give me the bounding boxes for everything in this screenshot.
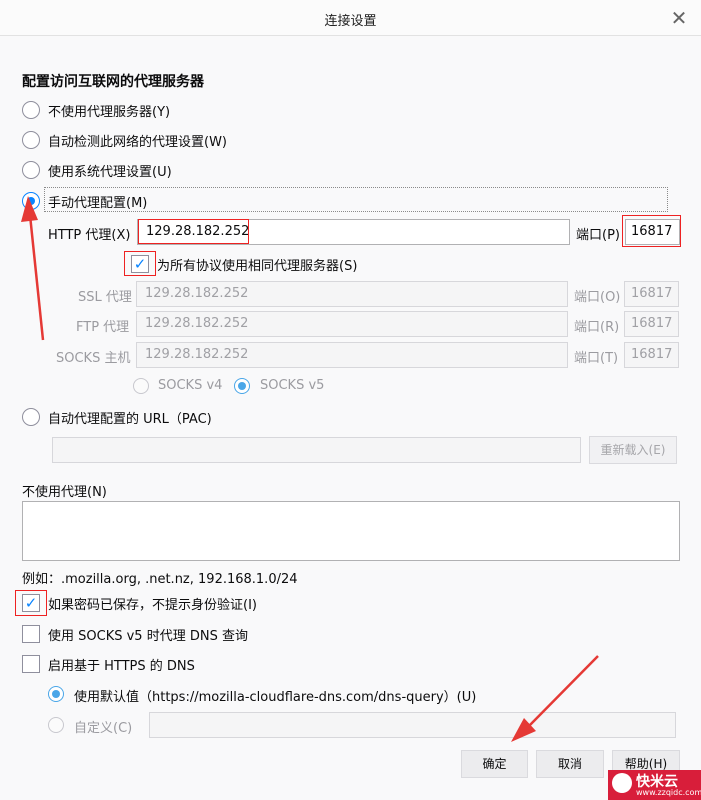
watermark-icon	[612, 773, 632, 793]
arrow-to-ok-button	[511, 655, 599, 742]
watermark-url: www.zzqidc.com	[636, 788, 701, 797]
annotation-arrows	[21, 196, 599, 742]
watermark-logo: 快米云 www.zzqidc.com	[608, 770, 701, 800]
arrow-to-manual-radio	[21, 196, 45, 341]
